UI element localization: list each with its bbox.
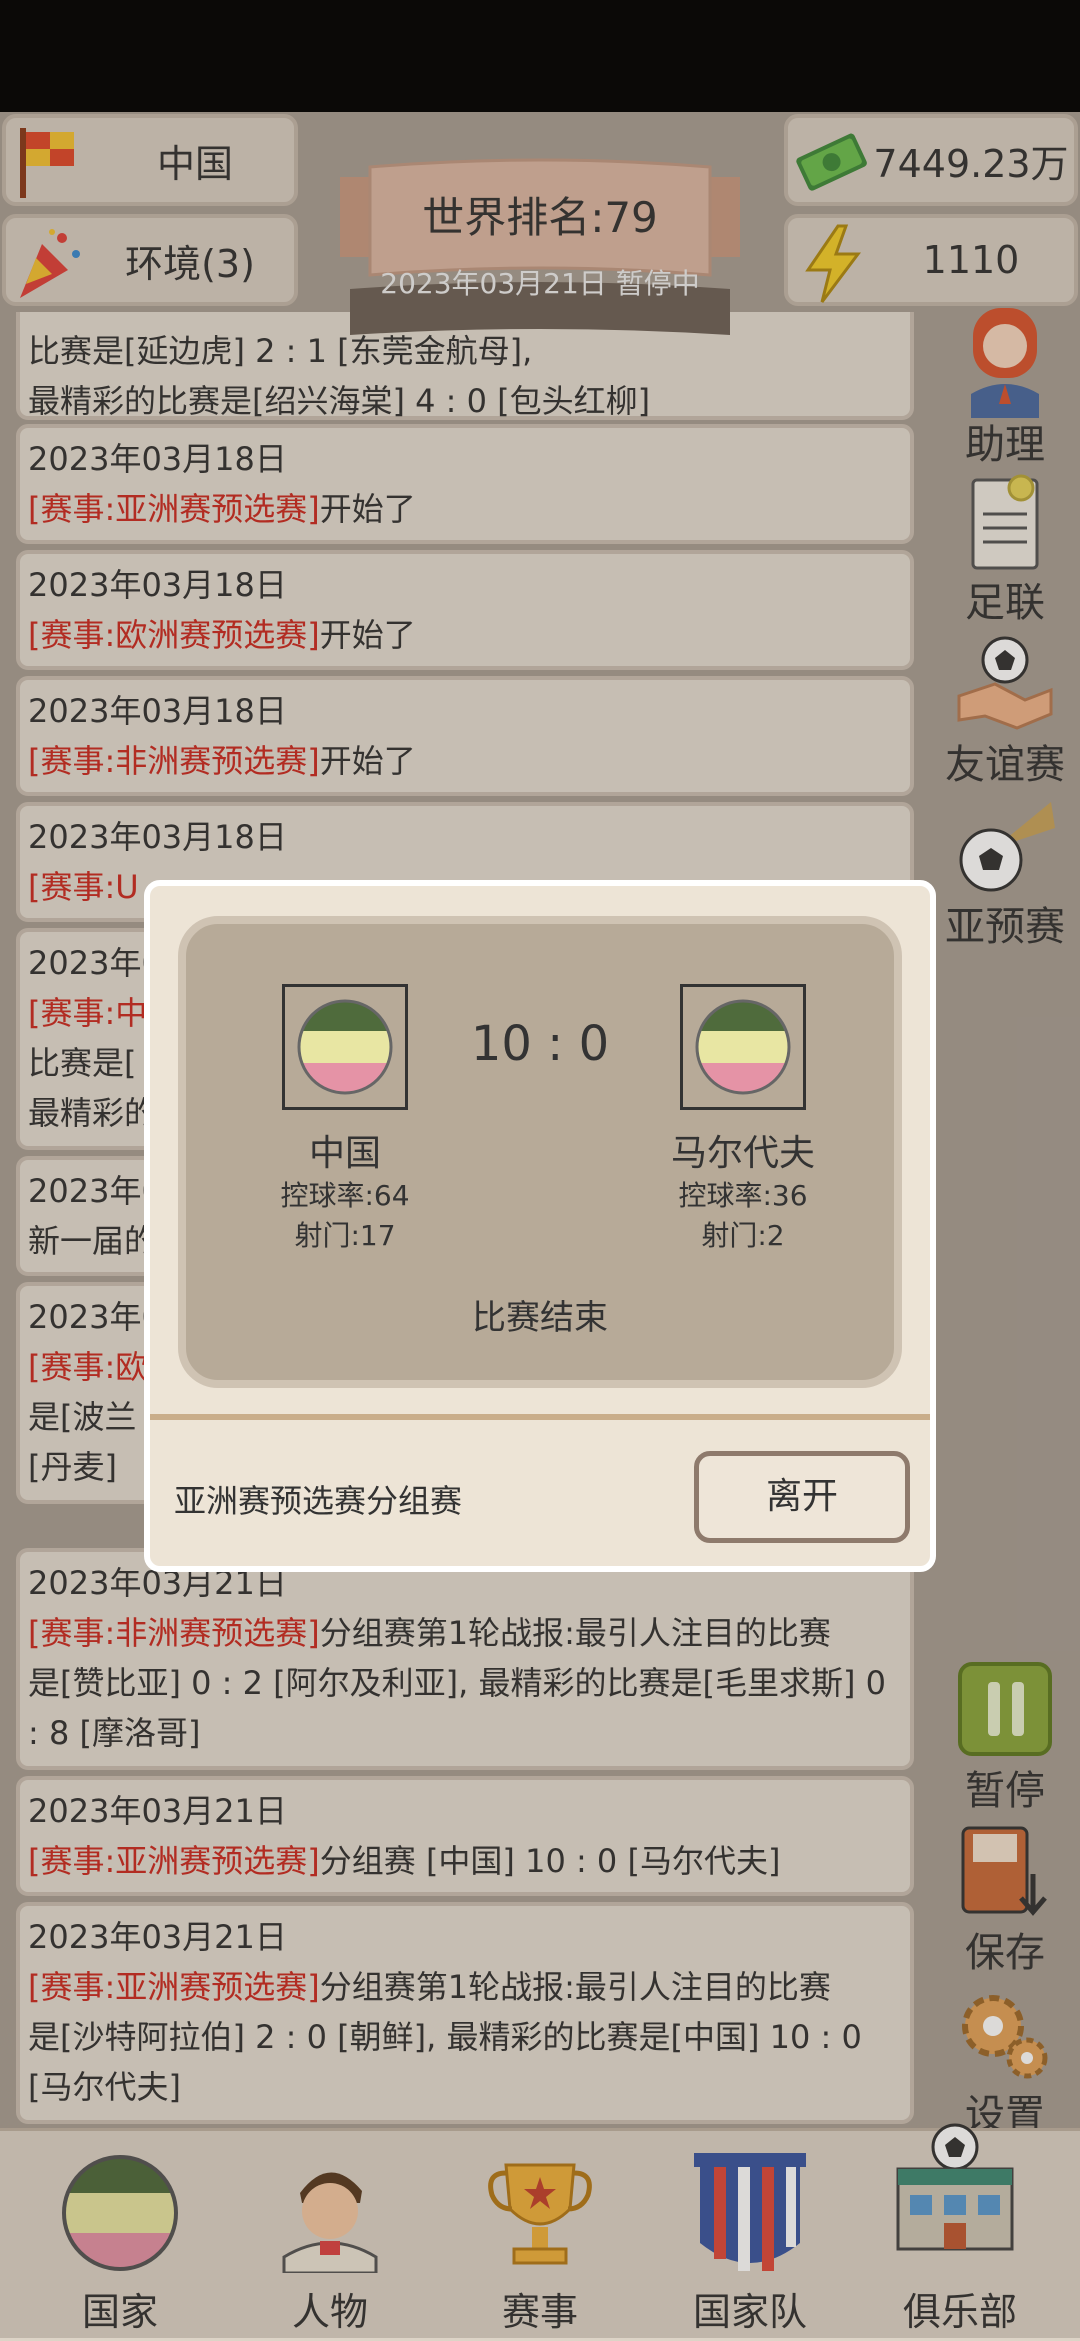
match-score: 10 : 0 — [470, 1016, 610, 1072]
away-flag-icon — [695, 999, 791, 1095]
home-shots: 射门:17 — [294, 1219, 396, 1252]
home-flag-frame — [282, 984, 408, 1110]
divider — [150, 1414, 930, 1420]
match-status: 比赛结束 — [472, 1298, 608, 1338]
away-team-name: 马尔代夫 — [670, 1133, 815, 1174]
away-possession: 控球率:36 — [678, 1179, 808, 1212]
home-possession: 控球率:64 — [280, 1179, 410, 1212]
score-panel: 10 : 0 中国 控球率:64 射门:17 马尔代夫 控球率:36 射门:2 … — [178, 916, 902, 1388]
leave-button[interactable]: 离开 — [694, 1451, 910, 1543]
match-result-dialog: 10 : 0 中国 控球率:64 射门:17 马尔代夫 控球率:36 射门:2 … — [144, 880, 936, 1572]
away-flag-frame — [680, 984, 806, 1110]
home-team-name: 中国 — [308, 1133, 381, 1174]
away-shots: 射门:2 — [701, 1219, 785, 1252]
home-flag-icon — [297, 999, 393, 1095]
match-type: 亚洲赛预选赛分组赛 — [174, 1482, 463, 1520]
